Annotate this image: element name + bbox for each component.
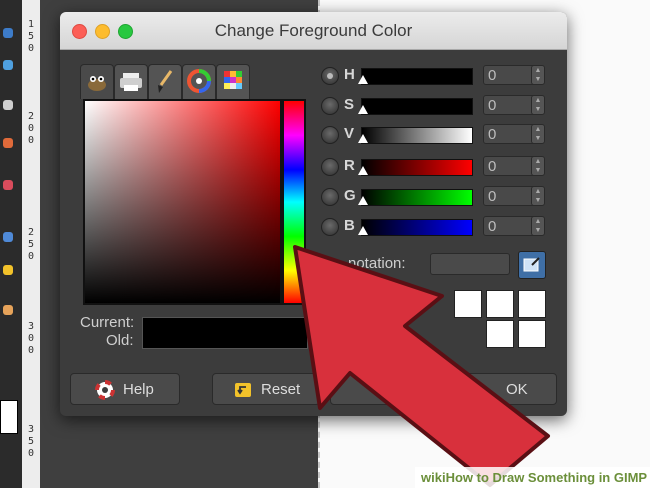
wikihow-watermark: wikiHow to Draw Something in GIMP (415, 467, 650, 488)
watermark-brand: wiki (421, 470, 446, 485)
annotation-arrow-icon (293, 245, 550, 487)
watermark-text: How to Draw Something in GIMP (445, 470, 648, 485)
